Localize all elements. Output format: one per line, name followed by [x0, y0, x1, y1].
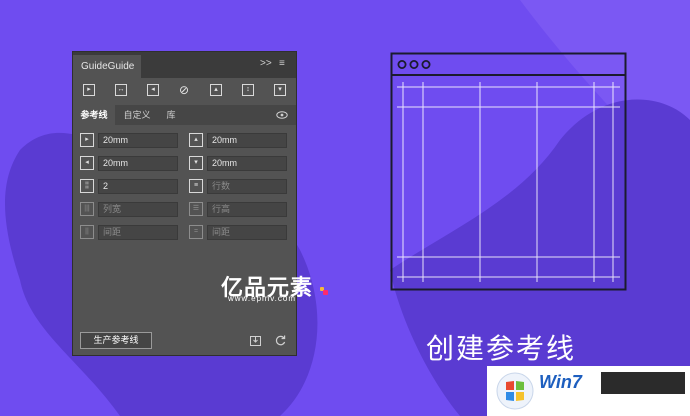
row-gutter-input[interactable]: 间距 [207, 225, 287, 240]
row-gutter-icon: = [189, 225, 203, 239]
top-margin-input[interactable]: 20mm [207, 133, 287, 148]
guide-toolbar: ▸ ↔ ◂ ⊘ ▴ ↕ ▾ [73, 80, 296, 104]
corner-dark-block [601, 372, 685, 394]
bottom-margin-icon: ▾ [189, 156, 203, 170]
window-frame [390, 52, 627, 291]
collapse-icon[interactable]: >> [260, 58, 272, 70]
guide-bottom-icon[interactable]: ▾ [274, 84, 286, 96]
guide-left-icon[interactable]: ▸ [83, 84, 95, 96]
corner-brand-text: Win7 [539, 372, 582, 392]
column-width-input[interactable]: 列宽 [98, 202, 178, 217]
count-row: ¦¦ 2 ≡ 行数 [73, 177, 296, 195]
window-dot-3 [421, 59, 431, 69]
window-dot-1 [397, 59, 407, 69]
generate-guides-button[interactable]: 生产参考线 [80, 332, 152, 349]
bottom-margin-input[interactable]: 20mm [207, 156, 287, 171]
tab-custom[interactable]: 自定义 [117, 105, 157, 125]
windows-logo-icon [496, 372, 534, 410]
guideguide-panel: GuideGuide >> ≡ ▸ ↔ ◂ ⊘ ▴ ↕ ▾ 参考线 自定义 库 … [72, 51, 297, 356]
margin-row-2: ◂ 20mm ▾ 20mm [73, 154, 296, 172]
guide-lines [397, 82, 620, 282]
panel-header: GuideGuide >> ≡ [73, 52, 296, 78]
columns-input[interactable]: 2 [98, 179, 178, 194]
size-row: ||| 列宽 ☰ 行高 [73, 200, 296, 218]
column-gutter-icon: || [80, 225, 94, 239]
gutter-row: || 间距 = 间距 [73, 223, 296, 241]
rows-input[interactable]: 行数 [207, 179, 287, 194]
panel-tab-guideguide[interactable]: GuideGuide [73, 55, 141, 78]
corner-badge: Win7 [487, 366, 690, 416]
row-height-input[interactable]: 行高 [207, 202, 287, 217]
panel-subtabs: 参考线 自定义 库 [73, 105, 296, 125]
column-width-icon: ||| [80, 202, 94, 216]
guides-illustration [390, 52, 627, 291]
tab-library[interactable]: 库 [159, 105, 183, 125]
top-margin-icon: ▴ [189, 133, 203, 147]
save-icon[interactable] [249, 334, 262, 347]
columns-icon: ¦¦ [80, 179, 94, 193]
refresh-icon[interactable] [274, 334, 287, 347]
menu-icon[interactable]: ≡ [279, 58, 285, 70]
watermark-dot-pink [323, 290, 328, 295]
guide-center-horizontal-icon[interactable]: ↕ [242, 84, 254, 96]
eye-icon[interactable] [276, 109, 288, 121]
tab-guides[interactable]: 参考线 [73, 105, 115, 125]
right-margin-input[interactable]: 20mm [98, 156, 178, 171]
left-margin-icon: ▸ [80, 133, 94, 147]
watermark-url: www.epinv.com [228, 294, 296, 303]
rows-icon: ≡ [189, 179, 203, 193]
caption-create-guides: 创建参考线 [426, 332, 577, 365]
column-gutter-input[interactable]: 间距 [98, 225, 178, 240]
margin-row-1: ▸ 20mm ▴ 20mm [73, 131, 296, 149]
guide-center-vertical-icon[interactable]: ↔ [115, 84, 127, 96]
guide-top-icon[interactable]: ▴ [210, 84, 222, 96]
window-dot-2 [409, 59, 419, 69]
guide-right-icon[interactable]: ◂ [147, 84, 159, 96]
row-height-icon: ☰ [189, 202, 203, 216]
clear-guides-icon[interactable]: ⊘ [178, 84, 190, 96]
right-margin-icon: ◂ [80, 156, 94, 170]
left-margin-input[interactable]: 20mm [98, 133, 178, 148]
